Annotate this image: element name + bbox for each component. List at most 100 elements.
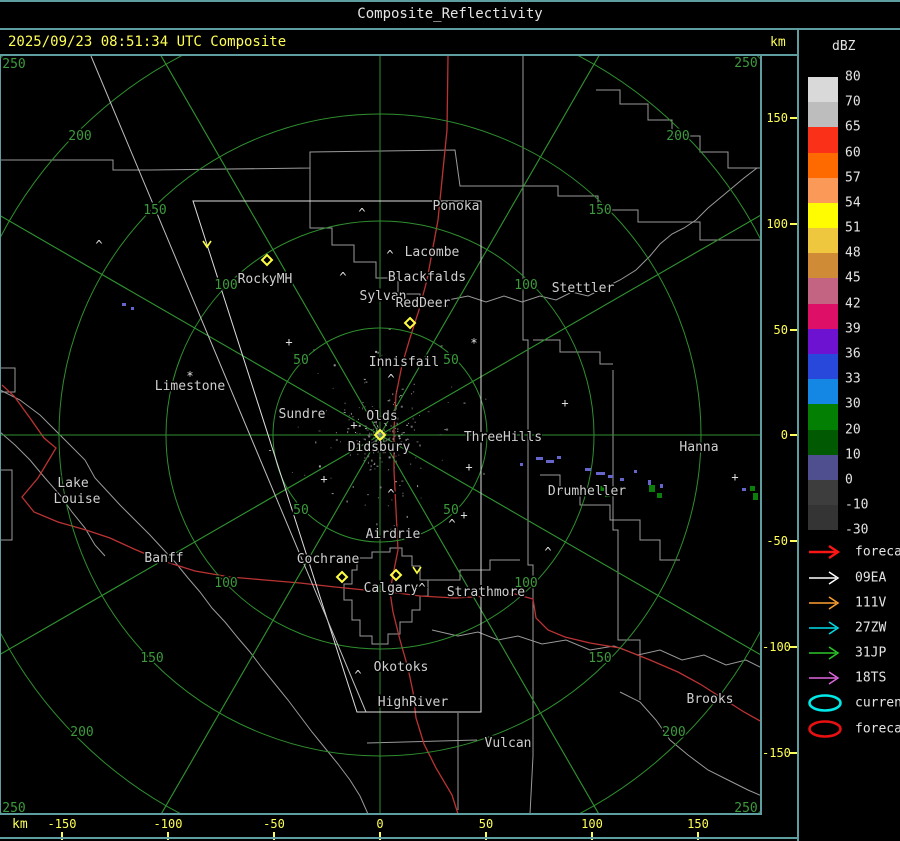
town-marker: ^ (339, 270, 346, 284)
radar-echo (753, 493, 758, 500)
map-right-border (760, 56, 762, 814)
town-marker: + (561, 396, 568, 410)
colorbar-tick-label: 30 (845, 396, 861, 412)
town-marker: + (350, 418, 357, 432)
colorbar-swatch (808, 102, 838, 128)
city-label: RedDeer (396, 296, 451, 311)
colorbar-swatch (808, 253, 838, 279)
right-axis: 150 100 50 0 -50 -100 -150 (762, 56, 798, 814)
city-label: Banff (144, 551, 183, 566)
radar-echo (585, 468, 591, 471)
city-labels: PonokaLacombeBlackfaldsSylvanRedDeerStet… (52, 198, 735, 753)
legend-item: 31JP (806, 644, 900, 662)
right-axis-tick-label: -50 (766, 534, 788, 548)
city-label: Lacombe (405, 245, 460, 260)
ring-distance-label: 100 (214, 278, 237, 293)
info-bar: 2025/09/23 08:51:34 UTC Composite km (0, 30, 798, 54)
legend-item: forecast (806, 543, 900, 561)
town-marker: + (320, 472, 327, 486)
map-left-border (0, 56, 1, 814)
title-bar: Composite_Reflectivity (0, 0, 900, 28)
radar-echo (557, 456, 561, 459)
current-ellipse-icon (808, 694, 842, 712)
town-marker: * (470, 336, 477, 350)
town-marker: + (285, 335, 292, 349)
bottom-axis-tick-label: -150 (47, 817, 77, 831)
radar-echo (520, 463, 523, 466)
radar-echo (620, 478, 624, 481)
ring-distance-label: 150 (140, 651, 163, 666)
colorbar-tick-label: 10 (845, 447, 861, 463)
panel-divider (797, 28, 799, 841)
ring-distance-label: 50 (443, 503, 459, 518)
legend-item-label: 31JP (855, 645, 887, 661)
legend-item-label: current (855, 695, 900, 711)
right-axis-unit: km (770, 35, 786, 50)
ring-distance-label: 250 (2, 57, 25, 72)
town-marker: + (731, 470, 738, 484)
colorbar-tick-label: 80 (845, 69, 861, 85)
city-label: Didsbury (348, 440, 411, 455)
ring-distance-label: 200 (70, 725, 93, 740)
legend-item-label: forecast (855, 544, 900, 560)
city-label: Blackfalds (388, 270, 466, 285)
colorbar-swatch (808, 353, 838, 380)
town-marker: ^ (448, 517, 455, 531)
frame-info-divider (0, 54, 798, 56)
city-label: Stettler (552, 281, 615, 296)
colorbar-tick-label: 60 (845, 145, 861, 161)
legend-item: 18TS (806, 669, 900, 687)
city-label: Airdrie (366, 527, 421, 542)
bottom-axis-unit: km (12, 817, 28, 832)
colorbar-unit: dBZ (832, 39, 856, 54)
radar-echo (131, 307, 134, 310)
colorbar-panel: dBZ 80 70 65 60 57 54 51 48 45 42 39 36 33 30 20 10 0 -10… (798, 30, 900, 841)
city-label: Brooks (687, 692, 734, 707)
city-label: Hanna (679, 440, 718, 455)
colorbar-swatch (808, 404, 838, 430)
legend-item-label: 27ZW (855, 620, 887, 636)
radar-echo (657, 493, 662, 498)
ring-distance-label: 100 (214, 576, 237, 591)
legend-item: 27ZW (806, 619, 900, 637)
ring-distance-label: 50 (293, 353, 309, 368)
colorbar-swatch (808, 454, 838, 480)
right-axis-tick-label: 100 (766, 217, 788, 231)
city-label: RockyMH (238, 272, 293, 287)
town-marker: ^ (544, 545, 551, 559)
ring-distance-label: 150 (143, 203, 166, 218)
colorbar-swatch (808, 328, 838, 354)
site-111V-icon (809, 596, 840, 610)
radar-viewer-window: Composite_Reflectivity 2025/09/23 08:51:… (0, 0, 900, 841)
right-axis-tick-label: -150 (762, 746, 791, 760)
radar-echo (536, 457, 543, 460)
forecast-arrow-icon (809, 545, 841, 559)
colorbar-swatch (808, 429, 838, 455)
colorbar-swatch (808, 127, 838, 153)
ring-distance-label: 200 (666, 129, 689, 144)
colorbar-swatch (808, 278, 838, 304)
ring-distance-label: 150 (588, 203, 611, 218)
site-18TS-icon (809, 671, 840, 685)
town-marker: ^ (358, 206, 365, 220)
legend-item: 111V (806, 594, 900, 612)
colorbar-swatch (808, 202, 838, 229)
colorbar-tick-label: 57 (845, 170, 861, 186)
town-marker: ^ (354, 668, 361, 682)
colorbar-tick-label: 0 (845, 472, 853, 488)
radar-echo (608, 475, 613, 478)
town-marker: + (465, 460, 472, 474)
colorbar-tick-label: 70 (845, 94, 861, 110)
colorbar-swatch (808, 303, 838, 329)
radar-echo (750, 486, 755, 491)
city-label: Okotoks (374, 660, 429, 675)
city-label: Calgary (364, 581, 419, 596)
colorbar-swatch (808, 479, 838, 506)
ring-distance-label: 250 (734, 56, 757, 71)
city-label: Lake (57, 476, 88, 491)
radar-echo (634, 470, 637, 473)
site-27ZW-icon (809, 621, 840, 635)
right-axis-tick-label: 50 (773, 323, 788, 337)
window-title: Composite_Reflectivity (357, 6, 543, 22)
ring-distance-label: 200 (662, 725, 685, 740)
